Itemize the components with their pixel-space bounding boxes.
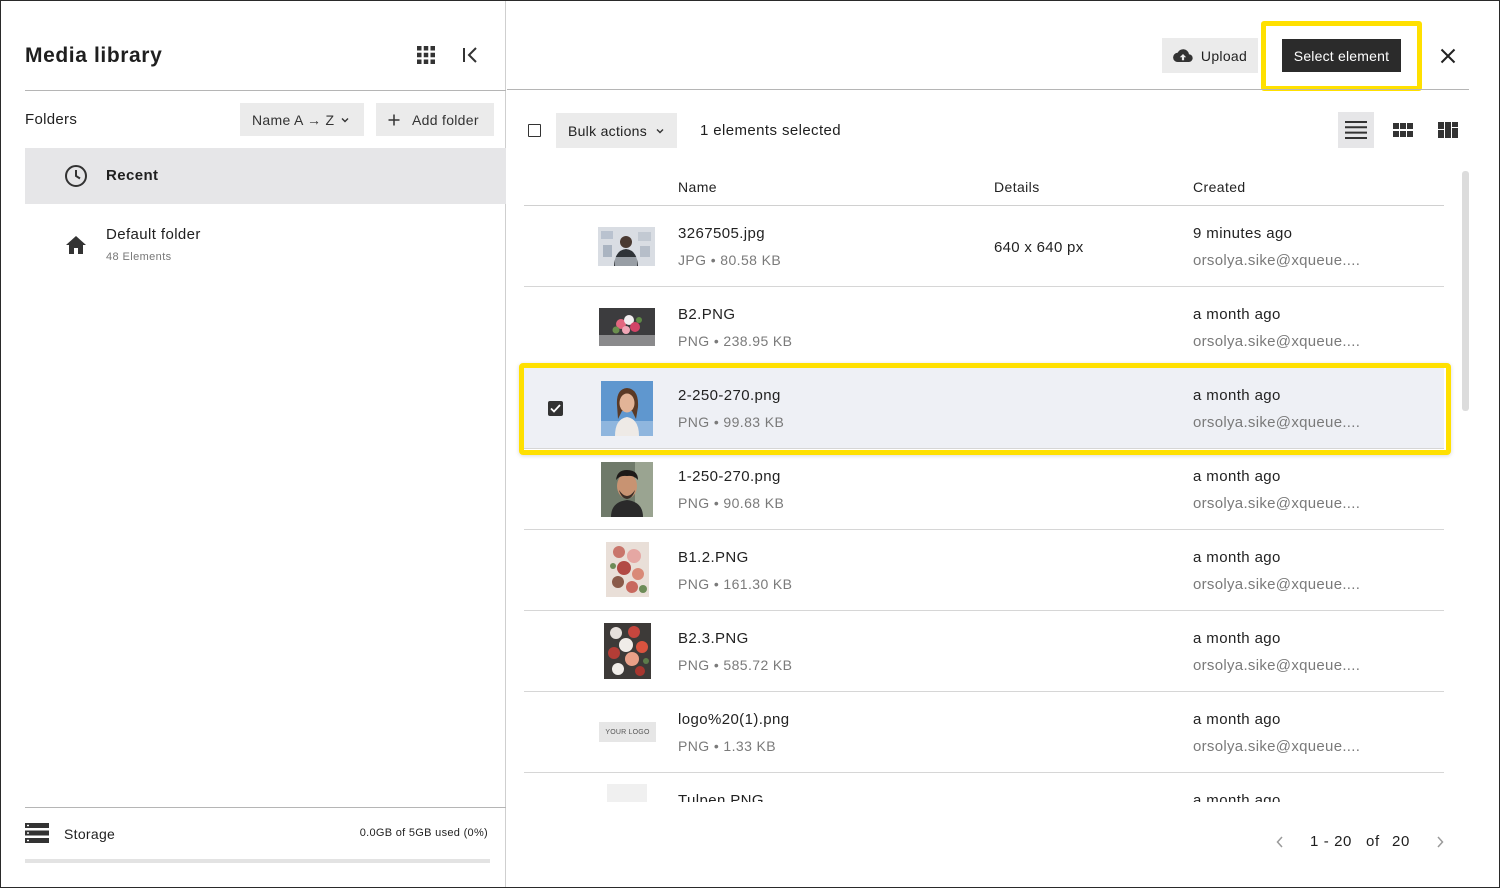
logo-thumbnail: YOUR LOGO (599, 722, 656, 742)
list-view-icon (1345, 121, 1367, 139)
scrollbar-thumb[interactable] (1462, 171, 1469, 411)
file-created: a month ago (1193, 711, 1281, 728)
column-header-details[interactable]: Details (994, 179, 1040, 195)
add-folder-button[interactable]: Add folder (376, 103, 494, 136)
image-thumbnail (604, 623, 651, 679)
file-details: 640 x 640 px (994, 239, 1084, 256)
apps-grid-icon (417, 46, 435, 64)
selected-row-highlight (519, 363, 1451, 455)
file-meta: PNG • 585.72 KB (678, 657, 793, 673)
table-row[interactable]: YOUR LOGO logo%20(1).png PNG • 1.33 KB a… (524, 692, 1444, 773)
next-page-button[interactable] (1433, 834, 1447, 850)
mosaic-view-button[interactable] (1430, 112, 1466, 148)
file-created: a month ago (1193, 630, 1281, 647)
close-icon (1440, 48, 1456, 64)
column-header-created[interactable]: Created (1193, 179, 1246, 195)
file-owner: orsolya.sike@xqueue.... (1193, 738, 1361, 755)
file-meta: PNG • 90.68 KB (678, 495, 785, 511)
file-name: logo%20(1).png (678, 711, 790, 728)
bulk-actions-dropdown[interactable]: Bulk actions (556, 113, 677, 148)
upload-button[interactable]: Upload (1162, 38, 1258, 73)
select-button-highlight (1261, 21, 1422, 91)
table-row[interactable]: B1.2.PNG PNG • 161.30 KB a month ago ors… (524, 530, 1444, 611)
cloud-upload-icon (1173, 48, 1193, 62)
file-owner: orsolya.sike@xqueue.... (1193, 252, 1361, 269)
image-thumbnail (598, 227, 655, 266)
upload-label: Upload (1200, 47, 1248, 64)
table-row[interactable]: B2.3.PNG PNG • 585.72 KB a month ago ors… (524, 611, 1444, 692)
select-all-checkbox[interactable] (528, 124, 541, 137)
image-thumbnail (607, 784, 647, 802)
table-row[interactable]: 3267505.jpg JPG • 80.58 KB 640 x 640 px … (524, 206, 1444, 287)
file-name: Tulpen.PNG (678, 792, 764, 802)
file-name: 3267505.jpg (678, 225, 765, 242)
file-owner: orsolya.sike@xqueue.... (1193, 657, 1361, 674)
file-owner: orsolya.sike@xqueue.... (1193, 333, 1361, 350)
collapse-left-icon (463, 47, 477, 63)
page-range: 1 - 20 (1310, 833, 1352, 850)
folder-item-recent[interactable]: Recent (25, 148, 506, 204)
list-view-button[interactable] (1338, 112, 1374, 148)
storage-usage: 0.0GB of 5GB used (0%) (359, 827, 488, 839)
home-icon (63, 232, 89, 258)
file-created: 9 minutes ago (1193, 225, 1293, 242)
page-title: Media library (25, 44, 163, 67)
media-list: 3267505.jpg JPG • 80.58 KB 640 x 640 px … (510, 206, 1460, 802)
file-name: 1-250-270.png (678, 468, 781, 485)
file-meta: JPG • 80.58 KB (678, 252, 782, 268)
storage-divider (25, 807, 506, 808)
clock-icon (63, 163, 89, 189)
add-folder-label: Add folder (412, 111, 479, 128)
previous-page-button[interactable] (1273, 834, 1287, 850)
file-meta: PNG • 1.33 KB (678, 738, 777, 754)
storage-icon (25, 823, 49, 848)
folder-item-default[interactable]: Default folder 48 Elements (25, 206, 506, 270)
folders-label: Folders (25, 111, 78, 128)
chevron-down-icon (341, 117, 349, 122)
table-row[interactable]: B2.PNG PNG • 238.95 KB a month ago orsol… (524, 287, 1444, 368)
logo-thumb-text: YOUR LOGO (605, 728, 650, 736)
image-thumbnail (601, 462, 653, 517)
selection-count: 1 elements selected (700, 122, 842, 139)
file-name: B1.2.PNG (678, 549, 749, 566)
file-created: a month ago (1193, 306, 1281, 323)
sort-label: Name A → Z (252, 111, 335, 128)
header-divider (507, 89, 1469, 90)
grid-toggle-button[interactable] (412, 41, 440, 69)
grid-view-icon (1393, 123, 1413, 137)
bulk-actions-label: Bulk actions (567, 122, 648, 139)
file-name: B2.PNG (678, 306, 736, 323)
storage-progress-bar (25, 859, 490, 863)
image-thumbnail (606, 542, 649, 597)
file-owner: orsolya.sike@xqueue.... (1193, 495, 1361, 512)
table-row[interactable]: Tulpen.PNG a month ago (524, 773, 1444, 802)
chevron-right-icon (1437, 836, 1444, 848)
header-divider (25, 90, 506, 91)
folders-panel: Media library Folders Name A → Z Add fol… (1, 1, 506, 887)
folder-name: Default folder (106, 226, 201, 243)
file-meta: PNG • 161.30 KB (678, 576, 793, 592)
chevron-left-icon (1276, 836, 1283, 848)
column-header-name[interactable]: Name (678, 179, 717, 195)
file-created: a month ago (1193, 549, 1281, 566)
collapse-panel-button[interactable] (457, 41, 485, 69)
file-created: a month ago (1193, 468, 1281, 485)
storage-label: Storage (64, 826, 116, 842)
mosaic-view-icon (1438, 122, 1458, 138)
file-name: B2.3.PNG (678, 630, 749, 647)
folder-name: Recent (106, 167, 159, 184)
close-button[interactable] (1434, 42, 1462, 70)
page-of-label: of (1366, 833, 1380, 850)
file-meta: PNG • 238.95 KB (678, 333, 793, 349)
grid-view-button[interactable] (1385, 112, 1421, 148)
chevron-down-icon (656, 128, 664, 133)
image-thumbnail (599, 308, 655, 346)
page-total: 20 (1392, 833, 1410, 850)
sort-dropdown[interactable]: Name A → Z (240, 103, 364, 136)
plus-icon (388, 114, 400, 125)
file-owner: orsolya.sike@xqueue.... (1193, 576, 1361, 593)
folder-count: 48 Elements (106, 251, 172, 263)
table-row[interactable]: 1-250-270.png PNG • 90.68 KB a month ago… (524, 449, 1444, 530)
file-created: a month ago (1193, 792, 1281, 802)
